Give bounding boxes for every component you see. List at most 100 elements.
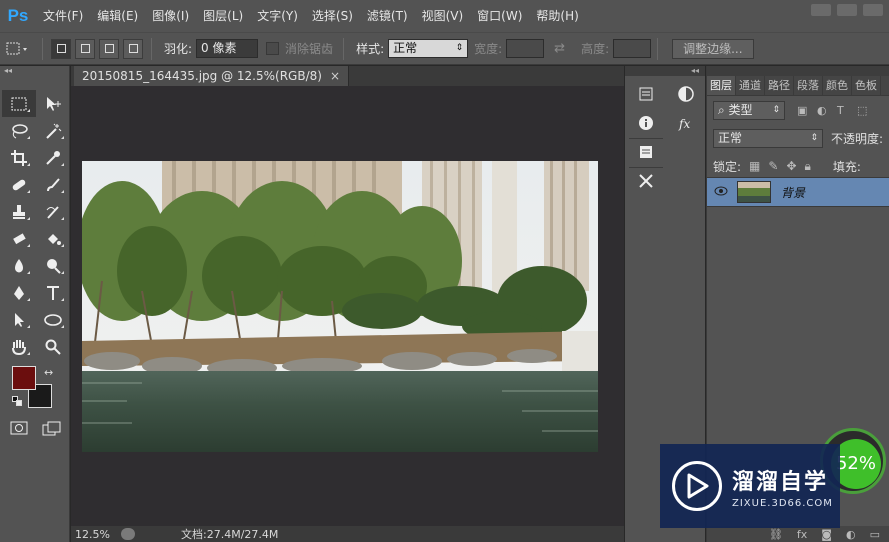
height-input[interactable] [613,39,652,58]
marquee-icon [11,97,27,110]
paint-bucket-tool[interactable] [36,225,70,252]
close-icon[interactable]: × [330,69,340,83]
subtract-selection-button[interactable] [99,38,119,59]
tab-channels[interactable]: 通道 [736,76,765,95]
lock-all-icon[interactable]: 🔒︎ [805,159,811,174]
shape-filter-icon[interactable]: ⬚ [857,104,871,117]
type-tool[interactable] [36,279,70,306]
adjustment-layer-icon[interactable]: ◐ [846,528,856,541]
brush-tool[interactable] [36,171,70,198]
healing-brush-tool[interactable] [2,171,36,198]
tool-preset-picker[interactable] [0,38,36,60]
width-input[interactable] [506,39,545,58]
menu-type[interactable]: 文字(Y) [250,0,305,32]
adjustment-filter-icon[interactable]: ◐ [817,104,831,117]
rectangular-marquee-tool[interactable] [2,90,36,117]
type-filter-icon[interactable]: T [837,104,851,117]
tab-swatches[interactable]: 色板 [852,76,881,95]
menu-edit[interactable]: 编辑(E) [90,0,145,32]
styles-panel-button[interactable]: fx [669,109,703,136]
menu-select[interactable]: 选择(S) [305,0,360,32]
blend-mode-select[interactable]: 正常 ⇕ [713,128,823,148]
hand-tool[interactable] [2,333,36,360]
image-canvas[interactable] [82,161,598,452]
history-brush-tool[interactable] [36,198,70,225]
crop-tool[interactable] [2,144,36,171]
swap-dimensions-icon[interactable]: ⇄ [554,41,565,56]
path-selection-tool[interactable] [2,306,36,333]
tool-presets-button[interactable] [629,167,663,194]
refine-edge-button[interactable]: 调整边缘... [672,38,754,59]
menu-filter[interactable]: 滤镜(T) [360,0,415,32]
eye-icon[interactable] [707,185,735,199]
new-selection-button[interactable] [51,38,71,59]
menu-image[interactable]: 图像(I) [145,0,196,32]
minimize-button[interactable] [811,4,831,16]
layer-thumbnail [737,181,771,203]
menu-file[interactable]: 文件(F) [36,0,90,32]
screen-mode-button[interactable] [42,421,62,440]
path-select-icon [15,312,24,327]
notes-panel-button[interactable] [629,138,663,165]
intersect-selection-icon [128,44,138,53]
add-selection-button[interactable] [75,38,95,59]
ellipse-icon [44,313,62,326]
image-filter-icon[interactable]: ▣ [797,104,811,117]
info-panel-button[interactable] [629,109,663,136]
antialias-checkbox[interactable] [266,42,280,55]
close-window-button[interactable] [863,4,883,16]
book-icon [640,146,652,158]
tab-paragraph[interactable]: 段落 [794,76,823,95]
document-tab[interactable]: 20150815_164435.jpg @ 12.5%(RGB/8) × [74,66,349,86]
separator [42,37,43,60]
zoom-tool[interactable] [36,333,70,360]
link-layers-icon[interactable]: ⛓ [769,528,783,541]
layer-name[interactable]: 背景 [781,184,805,201]
collapse-panel-icon[interactable]: ◂◂ [0,66,69,76]
maximize-button[interactable] [837,4,857,16]
lasso-tool[interactable] [2,117,36,144]
tab-layers[interactable]: 图层 [707,76,736,95]
move-tool[interactable] [36,90,70,117]
lock-pixels-icon[interactable]: ▦ [749,159,760,174]
folder-icon[interactable]: ▭ [870,528,880,541]
lock-paint-icon[interactable]: ✎ [768,159,778,174]
menu-help[interactable]: 帮助(H) [529,0,585,32]
mask-icon[interactable]: ◙ [821,528,832,541]
magic-wand-tool[interactable] [36,117,70,144]
style-select[interactable]: 正常 ⇕ [388,39,469,58]
ellipse-tool[interactable] [36,306,70,333]
eraser-tool[interactable] [2,225,36,252]
blur-tool[interactable] [2,252,36,279]
menu-view[interactable]: 视图(V) [415,0,471,32]
foreground-color-swatch[interactable] [12,366,36,390]
options-bar: 羽化: 0 像素 消除锯齿 样式: 正常 ⇕ 宽度: ⇄ 高度: 调整边缘... [0,32,889,65]
tab-paths[interactable]: 路径 [765,76,794,95]
zoom-level[interactable]: 12.5% [71,528,115,541]
collapse-dock-icon[interactable]: ◂◂ [625,66,705,76]
antialias-label: 消除锯齿 [285,42,334,56]
pen-tool[interactable] [2,279,36,306]
layer-filter-select[interactable]: ⌕ 类型 ⇕ [713,100,785,120]
eyedropper-tool[interactable] [36,144,70,171]
dodge-tool[interactable] [36,252,70,279]
lock-position-icon[interactable]: ✥ [786,159,796,174]
clone-stamp-tool[interactable] [2,198,36,225]
lock-icons: ▦ ✎ ✥ 🔒︎ [749,159,811,174]
status-info-icon[interactable] [121,528,135,540]
history-panel-button[interactable] [629,80,663,107]
menu-layer[interactable]: 图层(L) [196,0,250,32]
default-colors-icon[interactable] [12,396,22,406]
document-workspace[interactable] [71,86,624,526]
search-icon: ⌕ [718,102,729,117]
feather-input[interactable]: 0 像素 [196,39,259,58]
quick-mask-button[interactable] [10,421,28,438]
intersect-selection-button[interactable] [123,38,143,59]
menu-window[interactable]: 窗口(W) [470,0,529,32]
swap-colors-icon[interactable]: ↔ [44,366,53,379]
fx-icon[interactable]: fx [797,528,807,541]
tab-color[interactable]: 颜色 [823,76,852,95]
layer-row-background[interactable]: 背景 [707,177,889,207]
layers-panel-footer: ⛓ fx ◙ ◐ ▭ [707,526,889,542]
adjustments-panel-button[interactable] [669,80,703,107]
